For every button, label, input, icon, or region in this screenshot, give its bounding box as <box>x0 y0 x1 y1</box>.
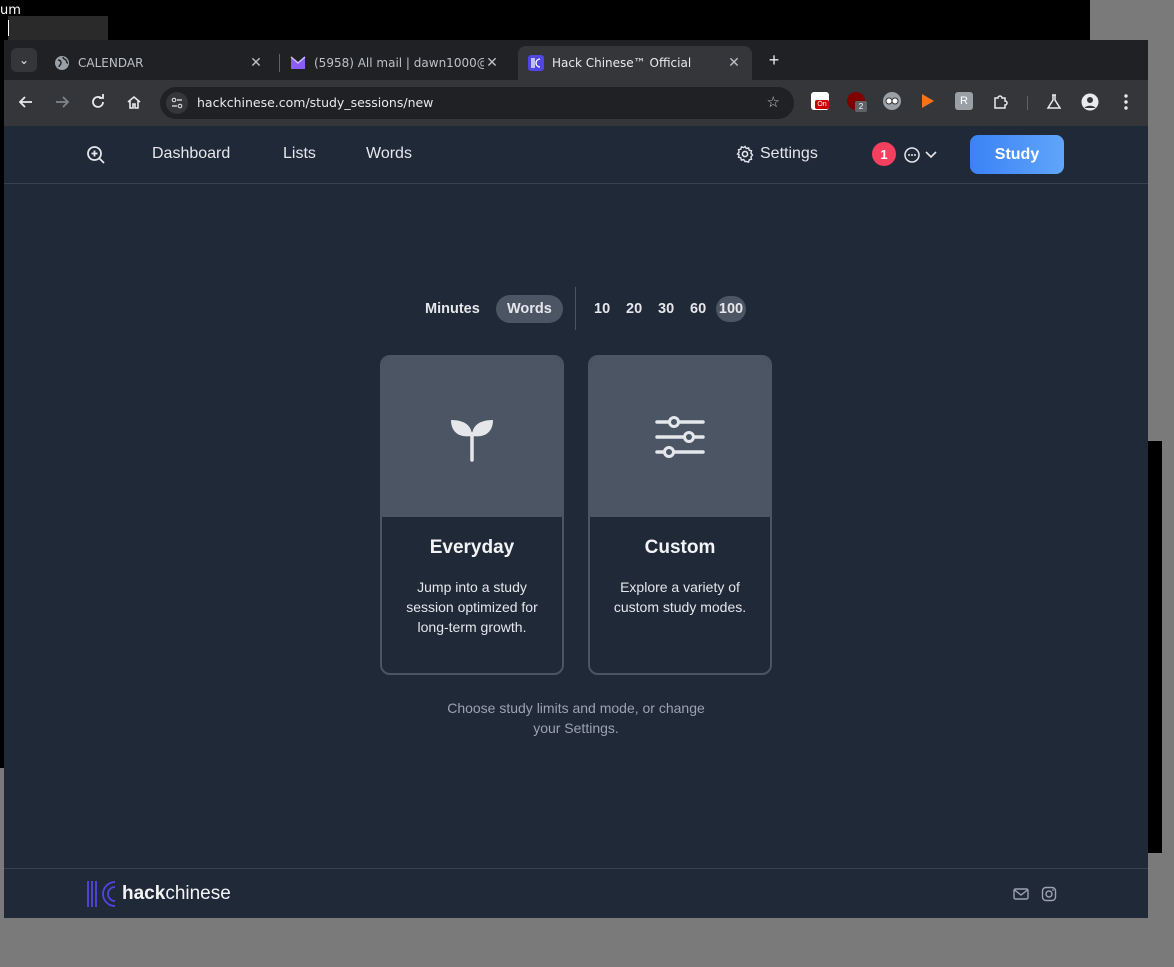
more-menu-icon[interactable] <box>904 146 938 164</box>
terminal-caret <box>8 20 9 36</box>
home-icon[interactable] <box>122 90 146 114</box>
limits-divider <box>575 287 576 330</box>
mode-minutes[interactable]: Minutes <box>414 295 491 323</box>
profile-avatar-icon[interactable] <box>1078 90 1102 114</box>
card-description: Explore a variety of custom study modes. <box>613 579 747 615</box>
gear-icon <box>736 145 754 163</box>
mail-icon[interactable] <box>1013 886 1029 902</box>
globe-icon <box>54 55 70 71</box>
close-tab-icon[interactable]: ✕ <box>484 55 500 71</box>
search-zoom-icon[interactable] <box>86 145 106 165</box>
instruction-text: Choose study limits and mode, or change … <box>447 700 705 736</box>
ublock-icon[interactable]: 2 <box>847 92 867 112</box>
card-banner <box>382 357 562 517</box>
notification-badge[interactable]: 1 <box>872 142 896 166</box>
desktop-window-edge <box>1148 441 1162 853</box>
app-navbar: Dashboard Lists Words Settings 1 Study <box>4 126 1148 184</box>
extension-badge: Ön <box>815 100 829 109</box>
extension-badge: 2 <box>855 101 867 112</box>
browser-menu-icon[interactable] <box>1114 90 1138 114</box>
tab-title: Hack Chinese™ Official <box>552 56 692 70</box>
page-footer: hackchinese <box>4 868 1148 918</box>
terminal-input-box <box>8 16 108 40</box>
tab-calendar[interactable]: CALENDAR ✕ <box>44 46 274 80</box>
card-title: Custom <box>644 537 716 558</box>
custom-card[interactable]: Custom Explore a variety of custom study… <box>588 355 772 675</box>
mode-words[interactable]: Words <box>496 295 563 323</box>
new-tab-button[interactable]: + <box>762 48 786 72</box>
sliders-icon <box>655 416 705 458</box>
proton-mail-icon <box>290 55 306 71</box>
study-button[interactable]: Study <box>970 135 1064 174</box>
reload-icon[interactable] <box>86 90 110 114</box>
everyday-card[interactable]: Everyday Jump into a study session optim… <box>380 355 564 675</box>
card-description: Jump into a study session optimized for … <box>406 579 538 635</box>
hackchinese-logo[interactable]: hackchinese <box>86 879 231 909</box>
back-icon[interactable] <box>14 90 38 114</box>
nav-words[interactable]: Words <box>366 145 412 163</box>
address-bar[interactable]: hackchinese.com/study_sessions/new ☆ <box>160 87 794 119</box>
count-option-selected[interactable]: 100 <box>716 296 746 322</box>
toolbar-divider <box>1027 96 1028 110</box>
browser-window: ⌄ CALENDAR ✕ (5958) All mail | dawn1000@… <box>4 40 1148 918</box>
hackchinese-logo-icon <box>87 881 116 907</box>
desktop-terminal: um <box>0 0 1090 40</box>
count-option[interactable]: 60 <box>686 296 710 322</box>
nav-dashboard[interactable]: Dashboard <box>152 145 230 163</box>
settings-link[interactable]: Settings <box>736 145 818 163</box>
hackchinese-icon <box>528 55 544 71</box>
owl-ext-icon[interactable] <box>883 92 901 110</box>
youtube-ext-icon[interactable]: Ön <box>811 92 829 110</box>
forward-icon[interactable] <box>50 90 74 114</box>
r-ext-icon[interactable]: R <box>955 92 973 110</box>
card-title: Everyday <box>429 537 515 558</box>
tab-strip: ⌄ CALENDAR ✕ (5958) All mail | dawn1000@… <box>4 40 1148 80</box>
brand-bold: hack <box>122 883 166 904</box>
tab-title: CALENDAR <box>78 56 144 70</box>
settings-label: Settings <box>760 145 818 162</box>
extensions-puzzle-icon[interactable] <box>988 90 1012 114</box>
nav-lists[interactable]: Lists <box>283 145 316 163</box>
brand-name: hackchinese <box>122 883 231 905</box>
url-text: hackchinese.com/study_sessions/new <box>197 95 434 110</box>
tab-search-button[interactable]: ⌄ <box>11 48 37 72</box>
tab-title: (5958) All mail | dawn1000@pro <box>314 56 484 70</box>
sprout-icon <box>451 420 493 462</box>
bookmark-star-icon[interactable]: ☆ <box>767 93 780 111</box>
site-info-icon[interactable] <box>166 92 188 114</box>
card-banner <box>590 357 770 517</box>
tab-mail[interactable]: (5958) All mail | dawn1000@pro ✕ <box>280 46 510 80</box>
count-option[interactable]: 20 <box>622 296 646 322</box>
close-tab-icon[interactable]: ✕ <box>726 55 742 71</box>
play-ext-icon[interactable] <box>919 92 937 110</box>
instagram-icon[interactable] <box>1041 886 1057 902</box>
close-tab-icon[interactable]: ✕ <box>248 55 264 71</box>
count-option[interactable]: 10 <box>590 296 614 322</box>
count-option[interactable]: 30 <box>654 296 678 322</box>
labs-flask-icon[interactable] <box>1042 90 1066 114</box>
brand-rest: chinese <box>165 883 231 904</box>
tab-hackchinese[interactable]: Hack Chinese™ Official ✕ <box>518 46 752 80</box>
browser-toolbar: hackchinese.com/study_sessions/new ☆ Ön … <box>4 80 1148 126</box>
